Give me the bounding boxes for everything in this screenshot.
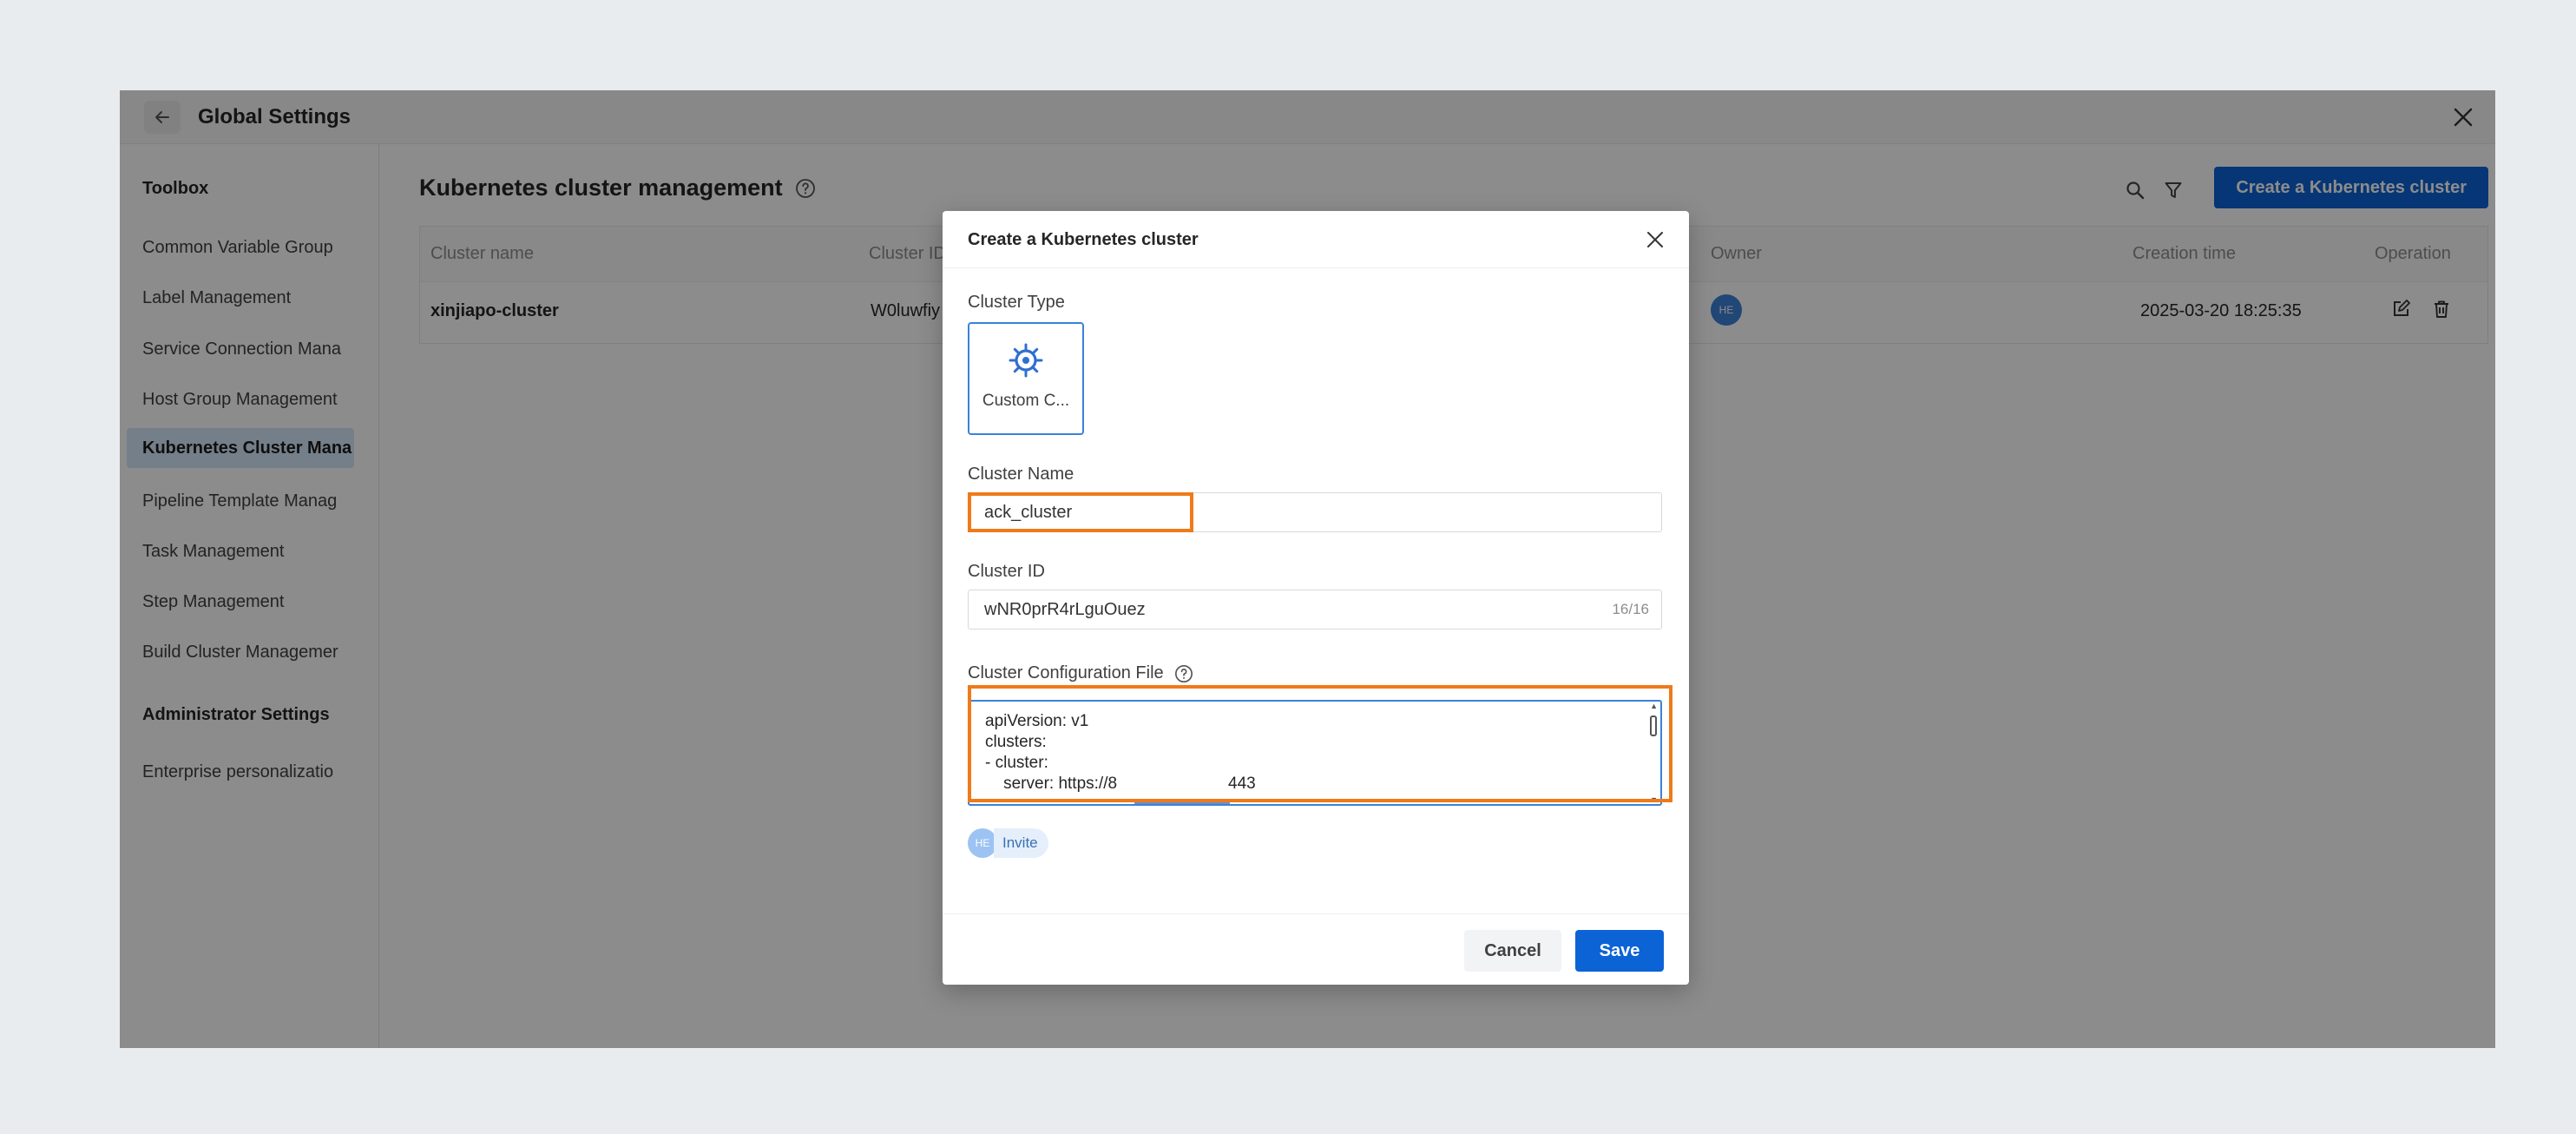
highlight-config-file [968, 685, 1672, 802]
dialog-close-button[interactable] [1642, 227, 1668, 253]
cluster-id-value: wNR0prR4rLguOuez [984, 600, 1146, 619]
cluster-type-option-label: Custom C... [982, 392, 1070, 410]
dialog-footer: Cancel Save [943, 913, 1689, 985]
dialog-title: Create a Kubernetes cluster [968, 230, 1199, 249]
config-file-label-text: Cluster Configuration File [968, 663, 1164, 682]
create-cluster-dialog: Create a Kubernetes cluster Cluster Type… [943, 211, 1689, 985]
cluster-id-input[interactable]: wNR0prR4rLguOuez 16/16 [968, 590, 1662, 630]
cluster-id-label: Cluster ID [968, 562, 1045, 581]
highlight-cluster-name [968, 492, 1193, 532]
kubernetes-helm-icon [1009, 343, 1043, 378]
invite-button[interactable]: Invite [994, 828, 1048, 858]
close-icon [1647, 232, 1663, 247]
dialog-header: Create a Kubernetes cluster [943, 211, 1689, 268]
cluster-type-option-custom[interactable]: Custom C... [968, 322, 1084, 435]
help-icon[interactable] [1174, 664, 1193, 683]
cluster-type-label: Cluster Type [968, 293, 1065, 312]
cluster-name-label: Cluster Name [968, 465, 1074, 484]
config-file-label: Cluster Configuration File [968, 663, 1193, 683]
cancel-button[interactable]: Cancel [1464, 930, 1561, 972]
cluster-id-char-counter: 16/16 [1612, 601, 1649, 617]
collaborators: HE Invite [968, 828, 1048, 858]
avatar: HE [968, 828, 997, 858]
save-button[interactable]: Save [1575, 930, 1664, 972]
